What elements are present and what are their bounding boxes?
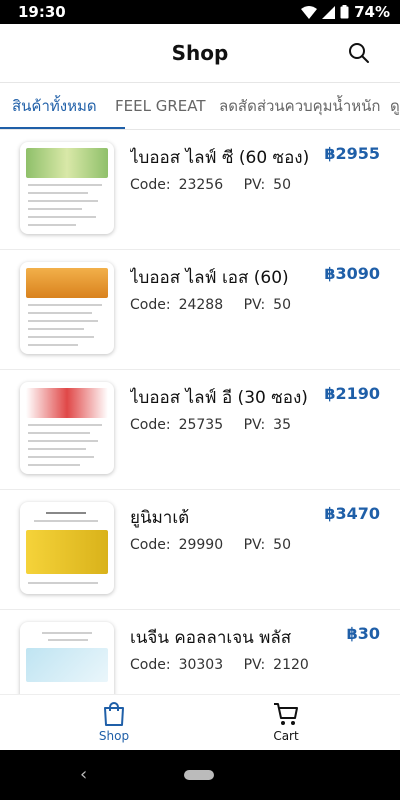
product-pv: PV: 50 <box>243 177 291 193</box>
signal-icon <box>322 5 336 19</box>
product-image <box>20 142 114 234</box>
shopping-bag-icon <box>104 702 124 726</box>
product-item[interactable]: ไบออส ไลฟ์ ซี (60 ซอง) ฿2955 Code: 23256 … <box>0 130 400 250</box>
product-code: Code: 29990 <box>130 537 224 553</box>
product-price: ฿30 <box>346 624 380 643</box>
product-image <box>20 382 114 474</box>
back-icon[interactable]: ‹ <box>80 764 87 785</box>
product-image <box>20 262 114 354</box>
wifi-icon <box>301 5 318 19</box>
page-title: Shop <box>171 41 229 65</box>
product-meta: Code: 24288 PV: 50 <box>130 297 307 313</box>
product-meta: Code: 23256 PV: 50 <box>130 177 307 193</box>
product-name: ยูนิมาเต้ <box>130 508 190 528</box>
system-nav-bar: ‹ <box>0 750 400 800</box>
product-pv: PV: 50 <box>243 297 291 313</box>
home-pill[interactable] <box>184 770 214 780</box>
product-name: ไบออส ไลฟ์ เอส (60) <box>130 268 289 288</box>
product-name: เนจีน คอลลาเจน พลัส <box>130 628 292 648</box>
tab-feel-great[interactable]: FEEL GREAT <box>115 83 206 129</box>
product-meta: Code: 25735 PV: 35 <box>130 417 307 433</box>
bottom-nav: Shop Cart <box>0 694 400 750</box>
shopping-cart-icon <box>274 703 298 725</box>
product-item[interactable]: ไบออส ไลฟ์ เอส (60) ฿3090 Code: 24288 PV:… <box>0 250 400 370</box>
nav-shop[interactable]: Shop <box>74 701 154 743</box>
product-image <box>20 502 114 594</box>
nav-cart[interactable]: Cart <box>246 701 326 743</box>
status-bar: 19:30 74% <box>0 0 400 24</box>
tab-weight-control[interactable]: ลดสัดส่วนควบคุมน้ำหนัก <box>219 83 380 129</box>
nav-cart-label: Cart <box>273 729 299 743</box>
product-meta: Code: 30303 PV: 2120 <box>130 657 325 673</box>
tab-all-products[interactable]: สินค้าทั้งหมด <box>0 83 125 129</box>
tab-label: FEEL GREAT <box>115 97 206 115</box>
tab-label: ลดสัดส่วนควบคุมน้ำหนัก <box>219 97 381 115</box>
nav-shop-label: Shop <box>98 729 130 743</box>
status-icons: 74% <box>301 3 390 21</box>
product-code: Code: 30303 <box>130 657 224 673</box>
product-image <box>20 622 114 694</box>
product-code: Code: 24288 <box>130 297 224 313</box>
battery-icon <box>340 5 349 19</box>
product-meta: Code: 29990 PV: 50 <box>130 537 307 553</box>
search-icon[interactable] <box>348 42 370 64</box>
product-name: ไบออส ไลฟ์ ซี (60 ซอง) <box>130 148 310 168</box>
product-price: ฿2955 <box>324 144 380 163</box>
tab-label: สินค้าทั้งหมด <box>12 97 97 115</box>
tab-label: ดู <box>390 97 400 115</box>
product-item[interactable]: ยูนิมาเต้ ฿3470 Code: 29990 PV: 50 <box>0 490 400 610</box>
product-pv: PV: 50 <box>243 537 291 553</box>
product-price: ฿3470 <box>324 504 380 523</box>
tab-more[interactable]: ดู <box>390 83 400 129</box>
product-price: ฿2190 <box>324 384 380 403</box>
product-item[interactable]: เนจีน คอลลาเจน พลัส ฿30 Code: 30303 PV: 21… <box>0 610 400 694</box>
product-name: ไบออส ไลฟ์ อี (30 ซอง) <box>130 388 308 408</box>
battery-percent: 74% <box>354 3 390 21</box>
product-item[interactable]: ไบออส ไลฟ์ อี (30 ซอง) ฿2190 Code: 25735 … <box>0 370 400 490</box>
status-time: 19:30 <box>18 3 66 21</box>
product-list: ไบออส ไลฟ์ ซี (60 ซอง) ฿2955 Code: 23256 … <box>0 130 400 694</box>
app-header: Shop <box>0 24 400 82</box>
product-code: Code: 25735 <box>130 417 224 433</box>
product-pv: PV: 2120 <box>243 657 309 673</box>
product-price: ฿3090 <box>324 264 380 283</box>
category-tabs: สินค้าทั้งหมด FEEL GREAT ลดสัดส่วนควบคุม… <box>0 82 400 130</box>
product-code: Code: 23256 <box>130 177 224 193</box>
product-pv: PV: 35 <box>243 417 291 433</box>
